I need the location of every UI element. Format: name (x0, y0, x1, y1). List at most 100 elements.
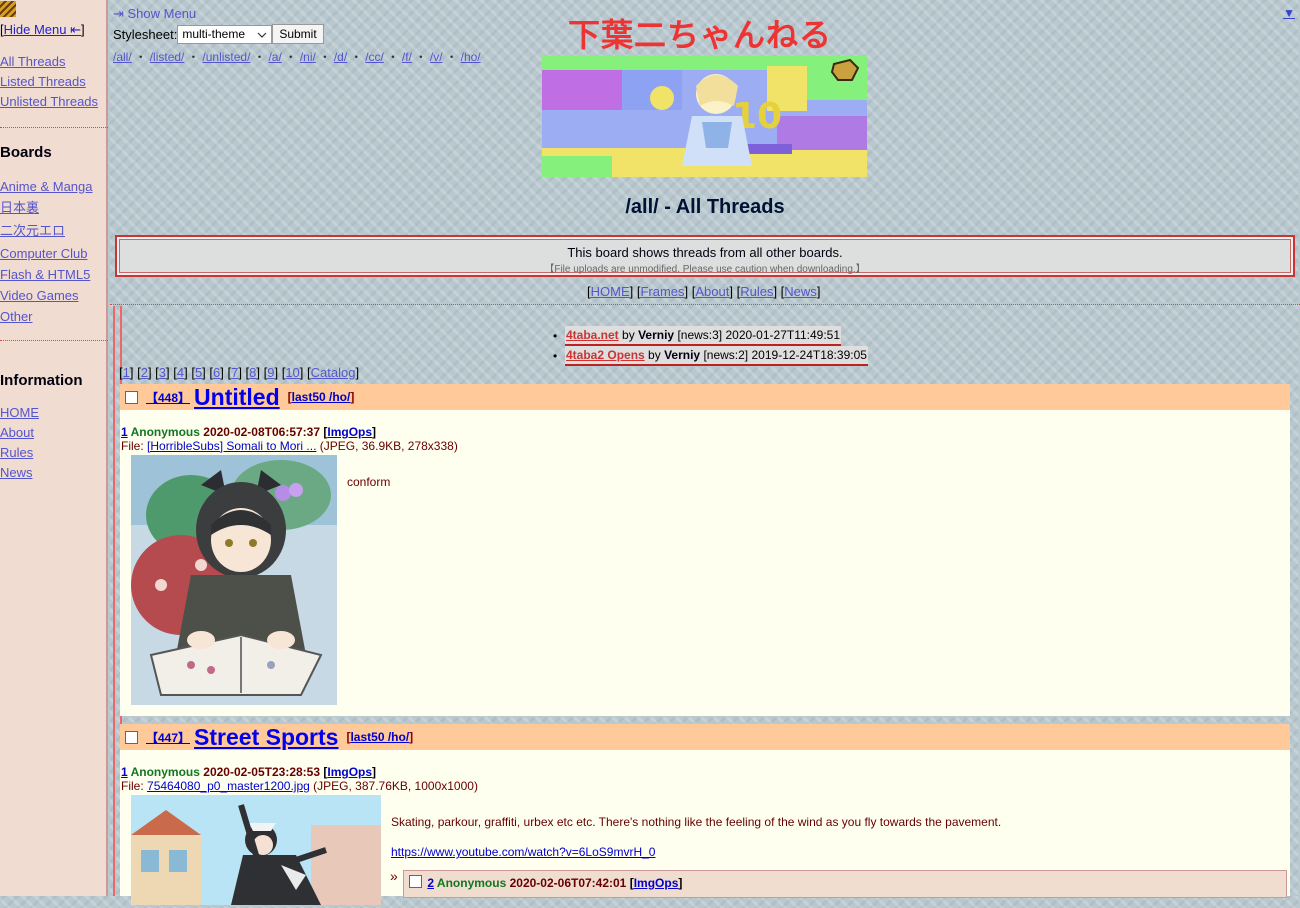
file-link[interactable]: 75464080_p0_master1200.jpg (147, 779, 310, 793)
last50-link[interactable]: last50 /ho/ (292, 390, 351, 404)
sidebar-item-computer-club[interactable]: Computer Club (0, 243, 93, 264)
thread: 【448】 Untitled [last50 /ho/] 1 Anonymous… (120, 384, 1290, 716)
news-list: • 4taba.net by Verniy [news:3] 2020-01-2… (553, 326, 868, 366)
page-link[interactable]: 8 (249, 365, 256, 380)
post-number-link[interactable]: 1 (121, 765, 128, 779)
board-link-a[interactable]: /a/ (268, 50, 281, 64)
post-meta: 1 Anonymous 2020-02-05T23:28:53 [ImgOps] (121, 765, 377, 779)
catalog-link[interactable]: Catalog (311, 365, 356, 380)
imgops-link[interactable]: ImgOps (634, 876, 679, 890)
sidebar-item-rules[interactable]: Rules (0, 443, 39, 463)
sidebar-item-news[interactable]: News (0, 463, 39, 483)
post-thumbnail[interactable] (131, 795, 381, 908)
stylesheet-label: Stylesheet: (113, 26, 178, 42)
board-link-v[interactable]: /v/ (430, 50, 443, 64)
sidebar-divider (0, 340, 108, 341)
header-nav-links: [HOME] [Frames] [About] [Rules] [News] (587, 284, 821, 299)
page-link[interactable]: 3 (159, 365, 166, 380)
youtube-link[interactable]: https://www.youtube.com/watch?v=6LoS9mvr… (391, 845, 655, 859)
board-link-cc[interactable]: /cc/ (365, 50, 384, 64)
stylesheet-select[interactable]: multi-theme (177, 24, 273, 44)
file-link[interactable]: [HorribleSubs] Somali to Mori ... (147, 439, 316, 453)
page-link[interactable]: 6 (213, 365, 220, 380)
nav-link-news[interactable]: News (784, 284, 817, 299)
board-nav: /all/・/listed/・/unlisted/・/a/・/ni/・/d/・ /… (113, 50, 481, 64)
last50-link[interactable]: last50 /ho/ (350, 730, 409, 744)
imgops-link[interactable]: ImgOps (327, 425, 372, 439)
nav-link-about[interactable]: About (695, 284, 729, 299)
sidebar-item-other[interactable]: Other (0, 306, 93, 327)
news-title-link[interactable]: 4taba.net (566, 328, 619, 342)
nav-link-rules[interactable]: Rules (740, 284, 773, 299)
board-notice: This board shows threads from all other … (115, 235, 1295, 277)
thread-checkbox[interactable] (125, 730, 138, 744)
board-link-listed[interactable]: /listed/ (150, 50, 185, 64)
board-link-d[interactable]: /d/ (334, 50, 347, 64)
site-logo-icon (0, 1, 16, 17)
post-date: 2020-02-06T07:42:01 (509, 876, 627, 890)
board-link-ho[interactable]: /ho/ (461, 50, 481, 64)
sidebar-item-home[interactable]: HOME (0, 403, 39, 423)
page-link[interactable]: 2 (141, 365, 148, 380)
nav-link-frames[interactable]: Frames (640, 284, 684, 299)
notice-main-text: This board shows threads from all other … (567, 245, 843, 260)
thread-header: 【448】 Untitled [last50 /ho/] (120, 384, 1290, 410)
board-notice-inner: This board shows threads from all other … (119, 239, 1291, 275)
sidebar-item-flash-html5[interactable]: Flash & HTML5 (0, 264, 93, 285)
sidebar-item-video-games[interactable]: Video Games (0, 285, 93, 306)
notice-sub-text: 【File uploads are unmodified. Please use… (544, 264, 866, 275)
imgops-link[interactable]: ImgOps (327, 765, 372, 779)
board-link-ni[interactable]: /ni/ (300, 50, 316, 64)
board-title: /all/ - All Threads (625, 196, 785, 218)
thread-list-links: All Threads Listed Threads Unlisted Thre… (0, 52, 98, 112)
thread-header: 【447】 Street Sports [last50 /ho/] (120, 724, 1290, 750)
sidebar-item-nihon-ura[interactable]: 日本裏 (0, 197, 93, 220)
hide-menu-link[interactable]: Hide Menu ⇤ (4, 22, 81, 37)
sidebar-item-anime-manga[interactable]: Anime & Manga (0, 176, 93, 197)
nav-link-home[interactable]: HOME (591, 284, 630, 299)
information-list: HOME About Rules News (0, 403, 39, 483)
board-link-f[interactable]: /f/ (402, 50, 412, 64)
post-number-link[interactable]: 1 (121, 425, 128, 439)
sidebar-item-about[interactable]: About (0, 423, 39, 443)
poster-name: Anonymous (130, 765, 200, 779)
pagination: [1] [2] [3] [4] [5] [6] [7] [8] [9] [10]… (119, 365, 360, 380)
post-meta: 1 Anonymous 2020-02-08T06:57:37 [ImgOps] (121, 425, 377, 439)
thread-checkbox[interactable] (125, 390, 138, 404)
information-heading: Information (0, 372, 83, 389)
post-thumbnail[interactable] (131, 455, 337, 708)
post-body: conform (120, 453, 1290, 708)
page-link[interactable]: 1 (123, 365, 130, 380)
reply-arrow: » (390, 868, 398, 884)
sidebar-item-unlisted-threads[interactable]: Unlisted Threads (0, 92, 98, 112)
board-link-unlisted[interactable]: /unlisted/ (202, 50, 250, 64)
post-date: 2020-02-08T06:57:37 (203, 425, 321, 439)
thread-number-link[interactable]: 【447】 (146, 729, 190, 746)
news-title-link[interactable]: 4taba2 Opens (566, 348, 645, 362)
poster-name: Anonymous (130, 425, 200, 439)
page-link[interactable]: 7 (231, 365, 238, 380)
post-date: 2020-02-05T23:28:53 (203, 765, 321, 779)
sidebar-item-all-threads[interactable]: All Threads (0, 52, 98, 72)
sidebar-item-nijigen-ero[interactable]: 二次元エロ (0, 220, 93, 243)
thread-number-link[interactable]: 【448】 (146, 389, 190, 406)
submit-button[interactable]: Submit (272, 24, 324, 44)
file-info: File: 75464080_p0_master1200.jpg (JPEG, … (121, 779, 478, 793)
scroll-down-arrow-icon[interactable]: ▼ (1283, 6, 1295, 20)
board-link-all[interactable]: /all/ (113, 50, 132, 64)
page-link[interactable]: 10 (285, 365, 299, 380)
show-menu-link[interactable]: ⇥ Show Menu (113, 6, 481, 22)
sidebar-item-listed-threads[interactable]: Listed Threads (0, 72, 98, 92)
thread-title-link[interactable]: Untitled (194, 384, 280, 411)
stylesheet-row: Stylesheet: multi-theme Submit (113, 24, 481, 44)
post-number-link[interactable]: 2 (427, 876, 434, 890)
reply-checkbox[interactable] (409, 875, 422, 888)
site-title: 下葉二ちゃんねる (567, 16, 832, 54)
news-item: • 4taba.net by Verniy [news:3] 2020-01-2… (553, 326, 868, 346)
page-link[interactable]: 4 (177, 365, 184, 380)
top-controls: ⇥ Show Menu Stylesheet: multi-theme Subm… (113, 6, 481, 65)
page-link[interactable]: 5 (195, 365, 202, 380)
header-divider (110, 304, 1300, 305)
thread-title-link[interactable]: Street Sports (194, 724, 338, 751)
page-link[interactable]: 9 (267, 365, 274, 380)
